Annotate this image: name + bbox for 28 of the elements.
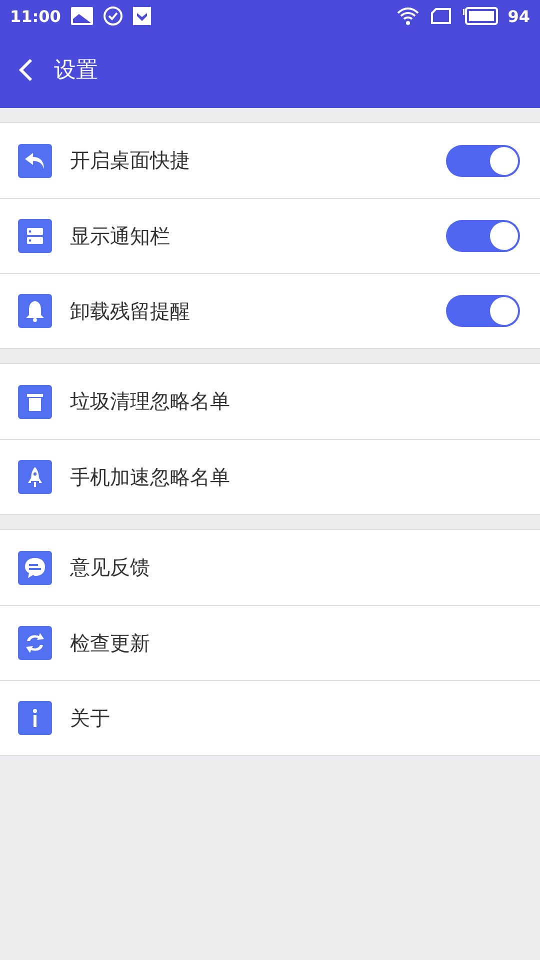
shield-icon: [132, 7, 151, 25]
check-circle-icon: [102, 6, 123, 26]
setting-label[interactable]: 意见反馈: [70, 554, 520, 581]
list-icon: [18, 219, 52, 253]
wifi-icon: [396, 6, 420, 26]
info-icon: [18, 701, 52, 735]
page-title: 设置: [54, 57, 98, 85]
refresh-icon: [18, 626, 52, 660]
battery-level: 94: [508, 6, 530, 26]
sim-card-icon: [430, 7, 452, 25]
bell-icon: [18, 294, 52, 328]
setting-label[interactable]: 开启桌面快捷: [70, 147, 446, 174]
toggle-switch[interactable]: [446, 295, 520, 327]
battery-icon: [462, 7, 498, 25]
trash-icon: [18, 384, 52, 418]
setting-label[interactable]: 显示通知栏: [70, 222, 446, 250]
toggle-switch[interactable]: [446, 144, 520, 176]
setting-label[interactable]: 检查更新: [70, 630, 520, 656]
setting-label[interactable]: 卸载残留提醒: [70, 298, 446, 324]
chat-bubble-icon: [18, 550, 52, 584]
image-icon: [70, 7, 93, 25]
back-button[interactable]: [18, 58, 34, 82]
toggle-switch[interactable]: [446, 220, 520, 252]
setting-label[interactable]: 手机加速忽略名单: [70, 464, 520, 490]
setting-label[interactable]: 关于: [70, 704, 520, 732]
setting-label[interactable]: 垃圾清理忽略名单: [70, 388, 520, 415]
rocket-icon: [18, 460, 52, 494]
status-time: 11:00: [10, 6, 61, 26]
